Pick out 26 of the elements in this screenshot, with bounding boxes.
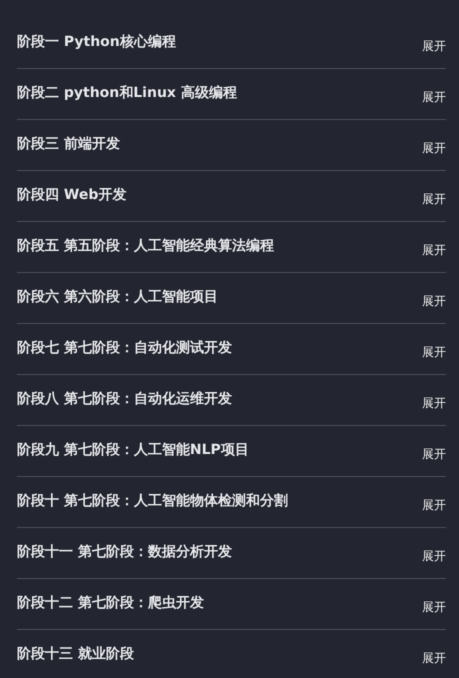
- section-title: 阶段一 Python核心编程: [17, 33, 176, 52]
- expand-link[interactable]: 展开: [422, 496, 446, 514]
- section-title: 阶段十一 第七阶段：数据分析开发: [17, 543, 232, 562]
- expand-link[interactable]: 展开: [422, 650, 446, 666]
- section-title: 阶段十 第七阶段：人工智能物体检测和分割: [17, 492, 288, 511]
- section-title: 阶段十二 第七阶段：爬虫开发: [17, 594, 204, 613]
- expand-link[interactable]: 展开: [422, 598, 446, 616]
- expand-link[interactable]: 展开: [422, 190, 446, 208]
- section-title: 阶段十三 就业阶段: [17, 645, 134, 664]
- expand-link[interactable]: 展开: [422, 394, 446, 412]
- section-title: 阶段三 前端开发: [17, 135, 120, 154]
- section-title: 阶段九 第七阶段：人工智能NLP项目: [17, 441, 249, 460]
- expand-link[interactable]: 展开: [422, 292, 446, 310]
- expand-link[interactable]: 展开: [422, 344, 446, 360]
- expand-link[interactable]: 展开: [422, 548, 446, 564]
- section-title: 阶段五 第五阶段：人工智能经典算法编程: [17, 237, 274, 256]
- expand-link[interactable]: 展开: [422, 38, 446, 54]
- expand-link[interactable]: 展开: [422, 446, 446, 462]
- expand-link[interactable]: 展开: [422, 242, 446, 258]
- section-title: 阶段二 python和Linux 高级编程: [17, 84, 237, 103]
- expand-link[interactable]: 展开: [422, 140, 446, 156]
- section-title: 阶段六 第六阶段：人工智能项目: [17, 288, 218, 307]
- section-title: 阶段八 第七阶段：自动化运维开发: [17, 390, 232, 409]
- section-title: 阶段四 Web开发: [17, 186, 126, 205]
- section-title: 阶段七 第七阶段：自动化测试开发: [17, 339, 232, 358]
- expand-link[interactable]: 展开: [422, 88, 446, 106]
